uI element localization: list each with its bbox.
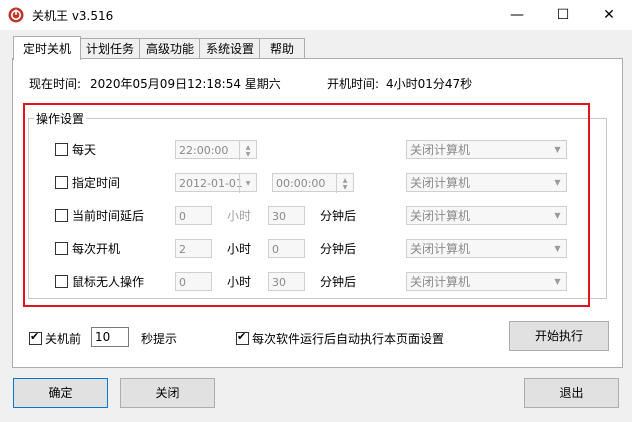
minimize-button[interactable]: —	[494, 0, 540, 30]
uptime-value: 4小时01分47秒	[386, 77, 473, 91]
tab-system-settings[interactable]: 系统设置	[199, 38, 261, 59]
maximize-button[interactable]: ☐	[540, 0, 586, 30]
ok-button[interactable]: 确定	[13, 378, 108, 408]
pre-shutdown-seconds-input[interactable]: 10	[91, 327, 129, 347]
window-title: 关机王 v3.516	[32, 9, 114, 23]
tab-timed-shutdown[interactable]: 定时关机	[13, 36, 81, 60]
auto-execute-checkbox[interactable]	[236, 330, 249, 345]
close-button[interactable]: 关闭	[120, 378, 215, 408]
tab-scheduled-tasks[interactable]: 计划任务	[79, 38, 141, 59]
uptime-label: 开机时间:	[327, 77, 380, 91]
current-time-value: 2020年05月09日12:18:54 星期六	[90, 77, 281, 91]
pre-shutdown-suffix: 秒提示	[141, 332, 178, 346]
current-time-label: 现在时间:	[29, 77, 82, 91]
power-app-icon	[8, 7, 24, 23]
start-execute-button[interactable]: 开始执行	[509, 321, 609, 351]
highlight-box	[23, 103, 590, 307]
close-window-button[interactable]: ✕	[586, 0, 632, 30]
title-bar: 关机王 v3.516 — ☐ ✕	[0, 0, 632, 30]
tab-help[interactable]: 帮助	[259, 38, 305, 59]
auto-execute-label: 每次软件运行后自动执行本页面设置	[252, 332, 445, 346]
tab-advanced[interactable]: 高级功能	[139, 38, 201, 59]
pre-shutdown-label: 关机前	[45, 332, 82, 346]
exit-button[interactable]: 退出	[524, 378, 619, 408]
pre-shutdown-prompt-checkbox[interactable]	[29, 330, 42, 345]
